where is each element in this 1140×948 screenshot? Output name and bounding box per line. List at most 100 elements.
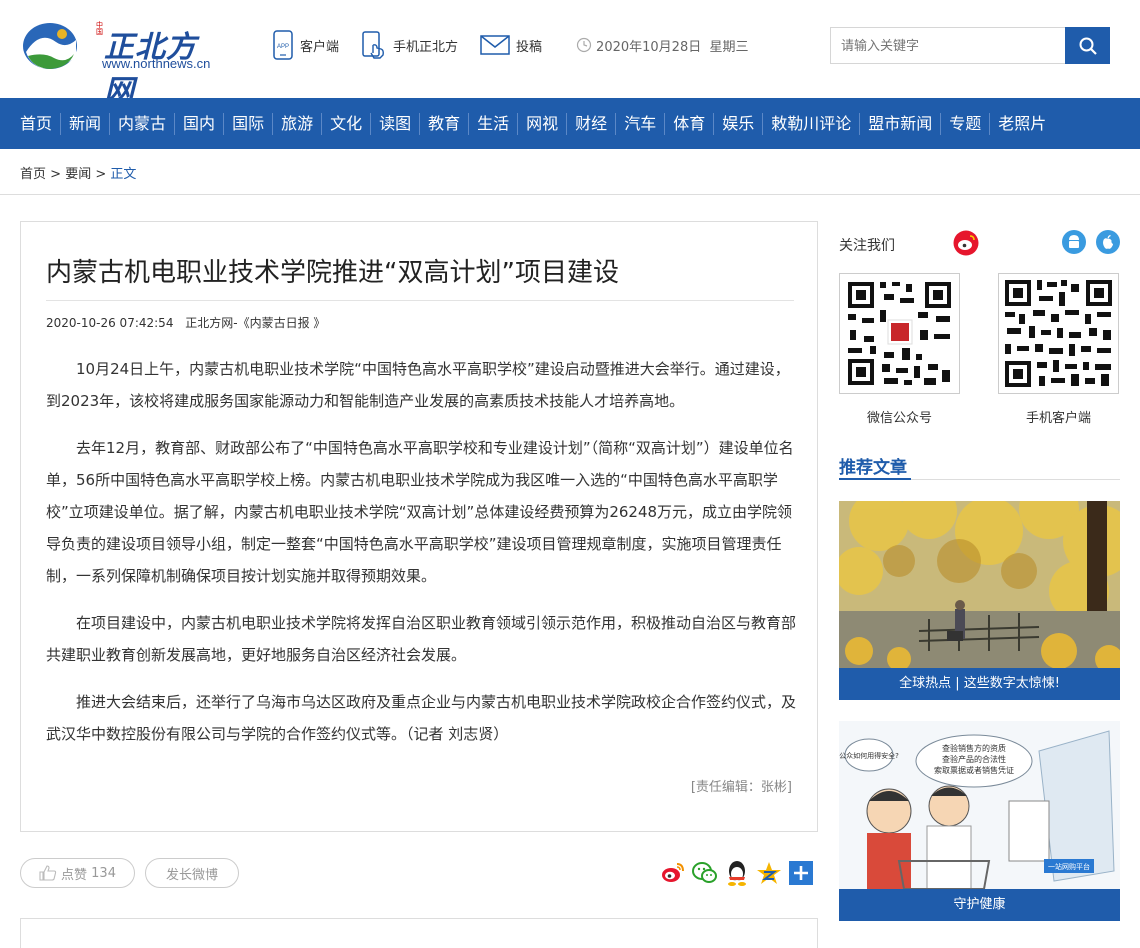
contribute-link[interactable]: 投稿 xyxy=(480,34,542,56)
mobile-link[interactable]: 手机正北方 xyxy=(361,31,458,59)
cartoon-bubble-text: 一站网购平台 xyxy=(1048,862,1090,871)
clock-icon xyxy=(576,37,592,53)
main-nav: 首页 新闻 内蒙古 国内 国际 旅游 文化 读图 教育 生活 网视 财经 汽车 体育 娱乐 敕勒川评论 盟市新闻… xyxy=(0,98,1140,149)
cartoon-bubble-text: 查验销售方的资质 xyxy=(942,743,1006,753)
nav-item[interactable]: 教育 xyxy=(420,98,468,149)
breadcrumb-section[interactable]: 要闻 xyxy=(65,167,91,182)
cartoon-bubble-text: 公众如何用得安全? xyxy=(839,751,899,760)
article-source: 正北方网-《内蒙古日报 》 xyxy=(185,316,326,330)
date-text: 2020年10月28日 xyxy=(596,39,702,55)
action-bar: 点赞 134 发长微博 xyxy=(20,858,818,890)
nav-item[interactable]: 新闻 xyxy=(61,98,109,149)
article-paragraph: 10月24日上午，内蒙古机电职业技术学院“中国特色高水平高职学校”建设启动暨推进… xyxy=(46,360,790,410)
nav-item[interactable]: 敕勒川评论 xyxy=(763,98,859,149)
svg-text:APP: APP xyxy=(277,44,289,50)
logo-domain: www.northnews.cn xyxy=(102,56,211,71)
article-meta: 2020-10-26 07:42:54 正北方网-《内蒙古日报 》 xyxy=(46,314,333,331)
cartoon-image: 查验销售方的资质 查验产品的合法性 索取票据或者销售凭证 公众如何用得安全? 一… xyxy=(839,721,1120,890)
nav-item[interactable]: 内蒙古 xyxy=(110,98,174,149)
nav-item[interactable]: 老照片 xyxy=(990,98,1054,149)
divider xyxy=(0,194,1140,195)
article-datetime: 2020-10-26 07:42:54 xyxy=(46,316,174,330)
nav-item[interactable]: 旅游 xyxy=(273,98,321,149)
nav-item[interactable]: 网视 xyxy=(518,98,566,149)
search-button[interactable] xyxy=(1065,27,1110,64)
more-share-icon[interactable] xyxy=(789,861,813,885)
cartoon-bubble-text: 索取票据或者销售凭证 xyxy=(934,765,1014,775)
nav-item[interactable]: 文化 xyxy=(322,98,370,149)
site-header: 中国 正北方网 www.northnews.cn APP 客户端 手机正北方 投… xyxy=(0,0,1140,109)
like-label: 点赞 xyxy=(61,867,88,883)
app-phone-icon: APP xyxy=(273,30,293,60)
header-links: APP 客户端 手机正北方 投稿 2020年10月28日 星期三 xyxy=(272,30,749,60)
nav-item[interactable]: 生活 xyxy=(469,98,517,149)
recommend-card-caption: 全球热点 | 这些数字太惊悚! xyxy=(839,668,1120,700)
app-qr-code xyxy=(998,273,1119,394)
like-count: 134 xyxy=(91,865,116,881)
follow-us-label: 关注我们 xyxy=(839,238,895,254)
autumn-park-image xyxy=(835,479,1135,673)
weekday-text: 星期三 xyxy=(709,39,749,55)
logo-tag: 中国 xyxy=(96,21,103,36)
app-qr-label: 手机客户端 xyxy=(1025,411,1091,426)
article-paragraph: 在项目建设中，内蒙古机电职业技术学院将发挥自治区职业教育领域引领示范作用，积极推… xyxy=(46,614,797,664)
article-title: 内蒙古机电职业技术学院推进“双高计划”项目建设 xyxy=(46,258,619,288)
wechat-qr-label: 微信公众号 xyxy=(866,411,932,426)
nav-item[interactable]: 国内 xyxy=(175,98,223,149)
comment-box xyxy=(20,918,818,948)
client-link[interactable]: APP 客户端 xyxy=(272,30,339,60)
mobile-touch-icon xyxy=(362,31,384,59)
nav-item[interactable]: 国际 xyxy=(224,98,272,149)
title-divider xyxy=(46,300,794,301)
cartoon-bubble-text: 查验产品的合法性 xyxy=(942,754,1006,764)
recommend-card-caption: 守护健康 xyxy=(839,889,1120,921)
android-icon[interactable] xyxy=(1062,230,1086,254)
breadcrumb-current[interactable]: 正文 xyxy=(110,167,136,182)
breadcrumb-separator: > xyxy=(95,167,107,182)
nav-item[interactable]: 汽车 xyxy=(616,98,664,149)
recommend-card[interactable]: 查验销售方的资质 查验产品的合法性 索取票据或者销售凭证 公众如何用得安全? 一… xyxy=(839,721,1120,921)
like-button[interactable]: 点赞 134 xyxy=(20,858,135,888)
recommend-card[interactable]: 全球热点 | 这些数字太惊悚! xyxy=(835,479,1135,700)
recommend-divider xyxy=(839,478,1120,480)
wechat-share-icon[interactable] xyxy=(692,861,718,885)
search-input[interactable] xyxy=(830,27,1065,64)
breadcrumb: 首页 > 要闻 > 正文 xyxy=(20,163,136,182)
responsible-editor: [责任编辑：张彬] xyxy=(690,780,792,795)
nav-item[interactable]: 盟市新闻 xyxy=(860,98,940,149)
nav-item[interactable]: 专题 xyxy=(941,98,989,149)
qzone-share-icon[interactable] xyxy=(756,861,782,885)
weibo-follow-icon[interactable] xyxy=(953,230,979,260)
article-paragraph: 推进大会结束后，还举行了乌海市乌达区政府及重点企业与内蒙古机电职业技术学院政校企… xyxy=(46,693,797,743)
qq-share-icon[interactable] xyxy=(725,860,749,886)
apple-icon[interactable] xyxy=(1096,230,1120,254)
wechat-qr-code xyxy=(839,273,960,394)
contribute-link-label: 投稿 xyxy=(516,39,543,55)
thumbs-up-icon xyxy=(39,865,57,881)
search-box xyxy=(830,27,1110,64)
nav-item[interactable]: 读图 xyxy=(371,98,419,149)
envelope-icon xyxy=(480,35,510,55)
header-date: 2020年10月28日 星期三 xyxy=(576,36,749,55)
qr-code-image xyxy=(1005,280,1112,387)
long-weibo-label: 发长微博 xyxy=(165,867,218,883)
nav-item[interactable]: 财经 xyxy=(567,98,615,149)
app-download-icons xyxy=(1052,230,1120,254)
breadcrumb-home[interactable]: 首页 xyxy=(20,167,46,182)
nav-item[interactable]: 体育 xyxy=(665,98,713,149)
logo-emblem-icon xyxy=(23,23,77,69)
nav-item[interactable]: 首页 xyxy=(0,98,60,149)
nav-item[interactable]: 娱乐 xyxy=(714,98,762,149)
weibo-share-icon[interactable] xyxy=(661,862,685,884)
article-body: 10月24日上午，内蒙古机电职业技术学院“中国特色高水平高职学校”建设启动暨推进… xyxy=(46,353,796,765)
article: 内蒙古机电职业技术学院推进“双高计划”项目建设 2020-10-26 07:42… xyxy=(20,221,818,832)
client-link-label: 客户端 xyxy=(300,39,340,55)
article-paragraph: 去年12月，教育部、财政部公布了“中国特色高水平高职学校和专业建设计划”（简称“… xyxy=(46,439,794,585)
share-icons xyxy=(654,860,813,886)
site-logo[interactable]: 中国 正北方网 www.northnews.cn xyxy=(22,20,212,109)
qr-code-image xyxy=(848,282,951,385)
breadcrumb-separator: > xyxy=(50,167,62,182)
mobile-link-label: 手机正北方 xyxy=(393,39,459,55)
long-weibo-button[interactable]: 发长微博 xyxy=(145,858,239,888)
recommend-title: 推荐文章 xyxy=(839,458,907,478)
